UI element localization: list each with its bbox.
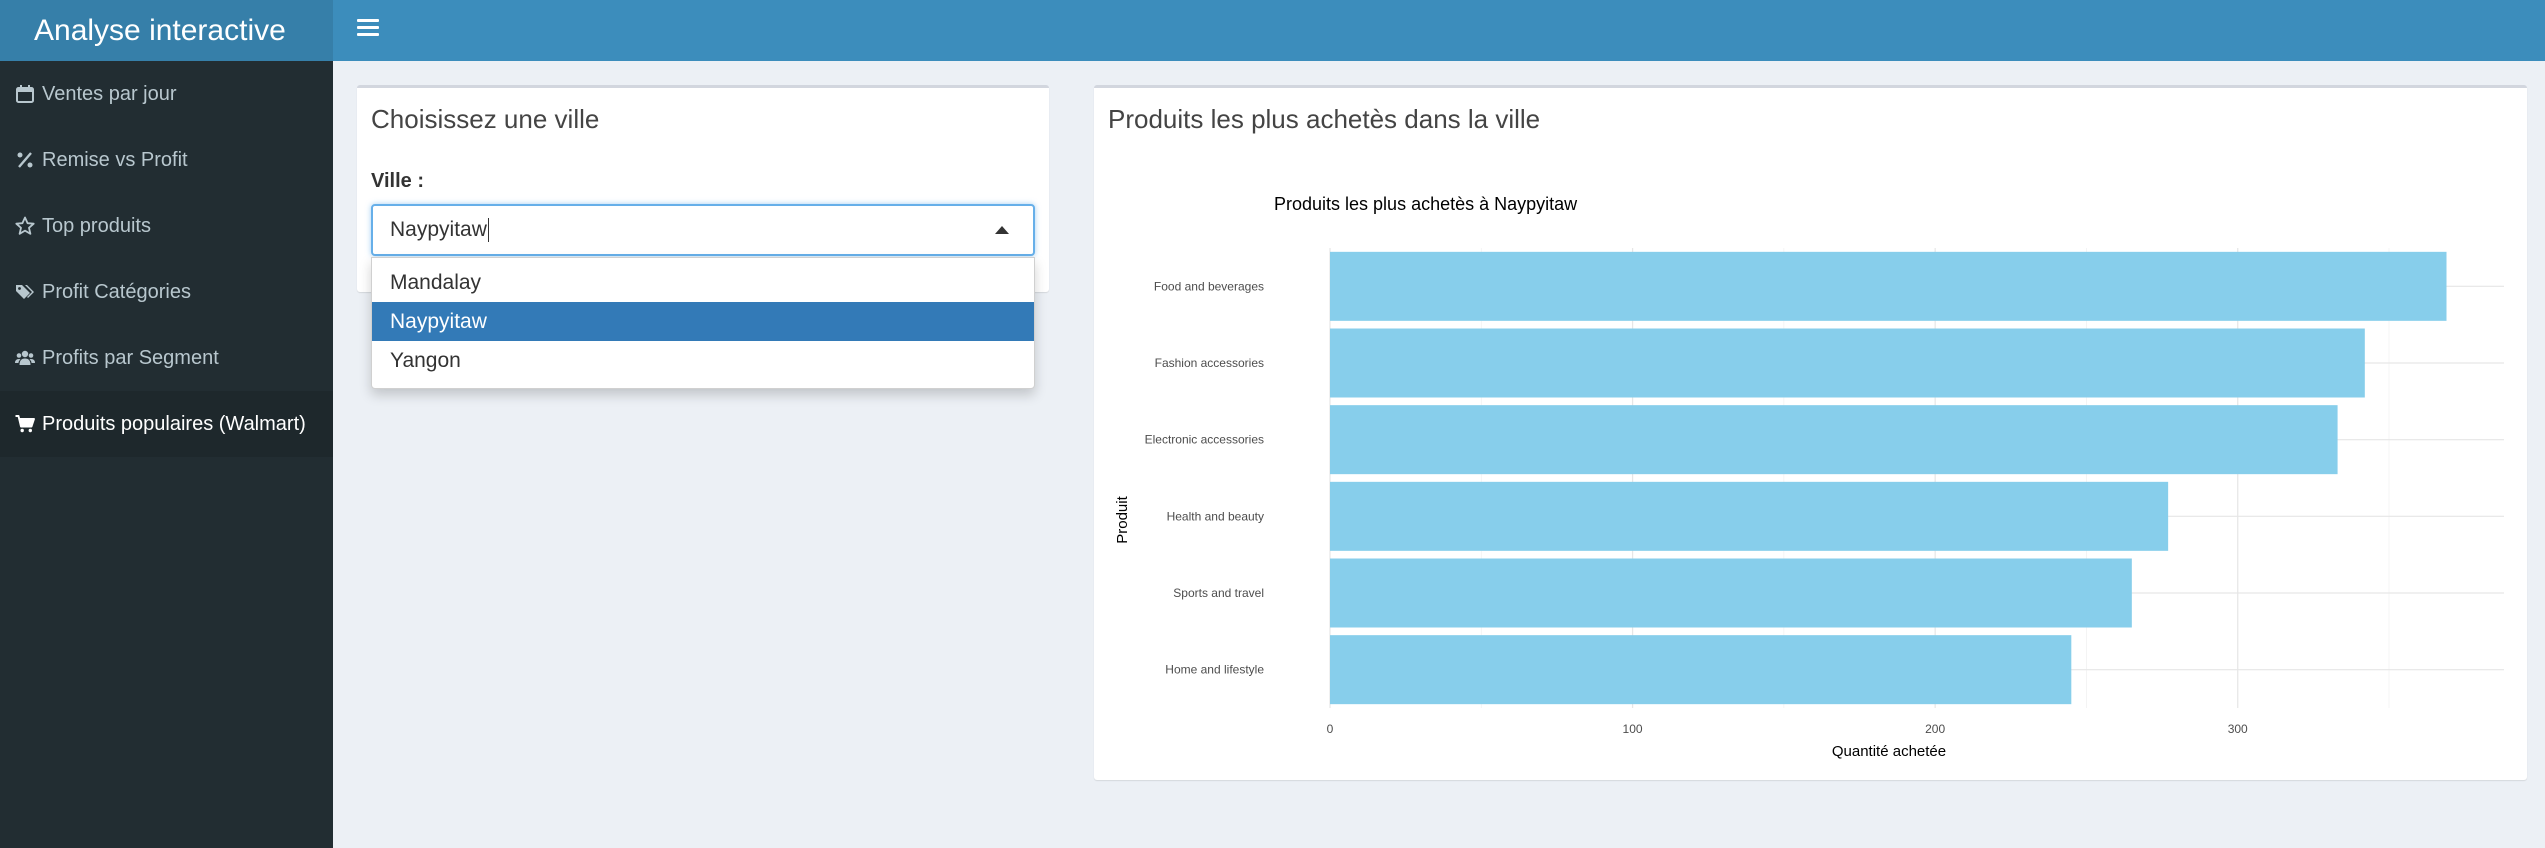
bar <box>1330 635 2072 705</box>
app-logo[interactable]: Analyse interactive <box>0 0 333 61</box>
x-tick-label: 100 <box>1623 722 1643 736</box>
sidebar-item-top-produits[interactable]: Top produits <box>0 193 333 259</box>
star-icon <box>14 215 36 237</box>
app-title: Analyse interactive <box>34 13 286 47</box>
sidebar-item-label: Profit Catégories <box>42 280 191 303</box>
x-tick-labels: 0 100 200 300 <box>1327 722 2248 736</box>
bar-chart: Produits les plus achetès à Naypyitaw Pr… <box>1114 194 2504 760</box>
percent-icon <box>14 149 36 171</box>
city-option-yangon[interactable]: Yangon <box>372 341 1034 380</box>
city-dropdown-menu: Mandalay Naypyitaw Yangon <box>371 257 1035 389</box>
y-tick-label: Sports and travel <box>1173 586 1264 600</box>
sidebar-item-produits-populaires[interactable]: Produits populaires (Walmart) <box>0 391 333 457</box>
city-select-input[interactable]: Naypyitaw <box>371 204 1035 256</box>
sidebar: Ventes par jour Remise vs Profit Top pro… <box>0 61 333 848</box>
sidebar-item-remise-vs-profit[interactable]: Remise vs Profit <box>0 127 333 193</box>
sidebar-item-label: Ventes par jour <box>42 82 177 105</box>
city-select-value: Naypyitaw <box>390 218 487 241</box>
x-axis-label: Quantité achetée <box>1832 743 1946 760</box>
city-field-label: Ville : <box>371 170 424 192</box>
x-tick-label: 200 <box>1925 722 1945 736</box>
sidebar-item-label: Profits par Segment <box>42 346 219 369</box>
sidebar-item-label: Top produits <box>42 214 151 237</box>
bar <box>1330 481 2169 551</box>
y-tick-label: Health and beauty <box>1167 509 1264 523</box>
bars <box>1330 251 2447 705</box>
y-tick-label: Electronic accessories <box>1145 433 1264 447</box>
y-tick-label: Food and beverages <box>1154 279 1264 293</box>
text-cursor <box>487 218 489 242</box>
chart-title: Produits les plus achetès à Naypyitaw <box>1274 194 1578 214</box>
y-tick-labels: Food and beverages Fashion accessories Ele… <box>1145 279 1265 676</box>
shopping-cart-icon <box>14 413 36 435</box>
sidebar-item-profits-par-segment[interactable]: Profits par Segment <box>0 325 333 391</box>
bar <box>1330 405 2338 475</box>
bar <box>1330 328 2365 398</box>
y-axis-label: Produit <box>1114 495 1131 543</box>
sidebar-item-label: Produits populaires (Walmart) <box>42 412 306 435</box>
x-tick-label: 300 <box>2228 722 2248 736</box>
bar <box>1330 251 2447 321</box>
city-option-mandalay[interactable]: Mandalay <box>372 263 1034 302</box>
sidebar-toggle-icon[interactable] <box>355 16 381 42</box>
city-option-naypyitaw[interactable]: Naypyitaw <box>372 302 1034 341</box>
tags-icon <box>14 281 36 303</box>
users-icon <box>14 347 36 369</box>
top-navbar <box>333 0 2545 61</box>
city-box-title: Choisissez une ville <box>371 104 600 134</box>
sidebar-item-profit-categories[interactable]: Profit Catégories <box>0 259 333 325</box>
x-tick-label: 0 <box>1327 722 1334 736</box>
plot-box-title: Produits les plus achetès dans la ville <box>1108 104 1541 134</box>
y-tick-label: Home and lifestyle <box>1165 663 1264 677</box>
calendar-icon <box>14 83 36 105</box>
caret-up-icon[interactable] <box>995 226 1009 234</box>
bar <box>1330 558 2132 628</box>
y-tick-label: Fashion accessories <box>1155 356 1264 370</box>
sidebar-item-label: Remise vs Profit <box>42 148 188 171</box>
plot-box: Produits les plus achetès dans la ville … <box>1094 85 2527 780</box>
sidebar-item-ventes-par-jour[interactable]: Ventes par jour <box>0 61 333 127</box>
